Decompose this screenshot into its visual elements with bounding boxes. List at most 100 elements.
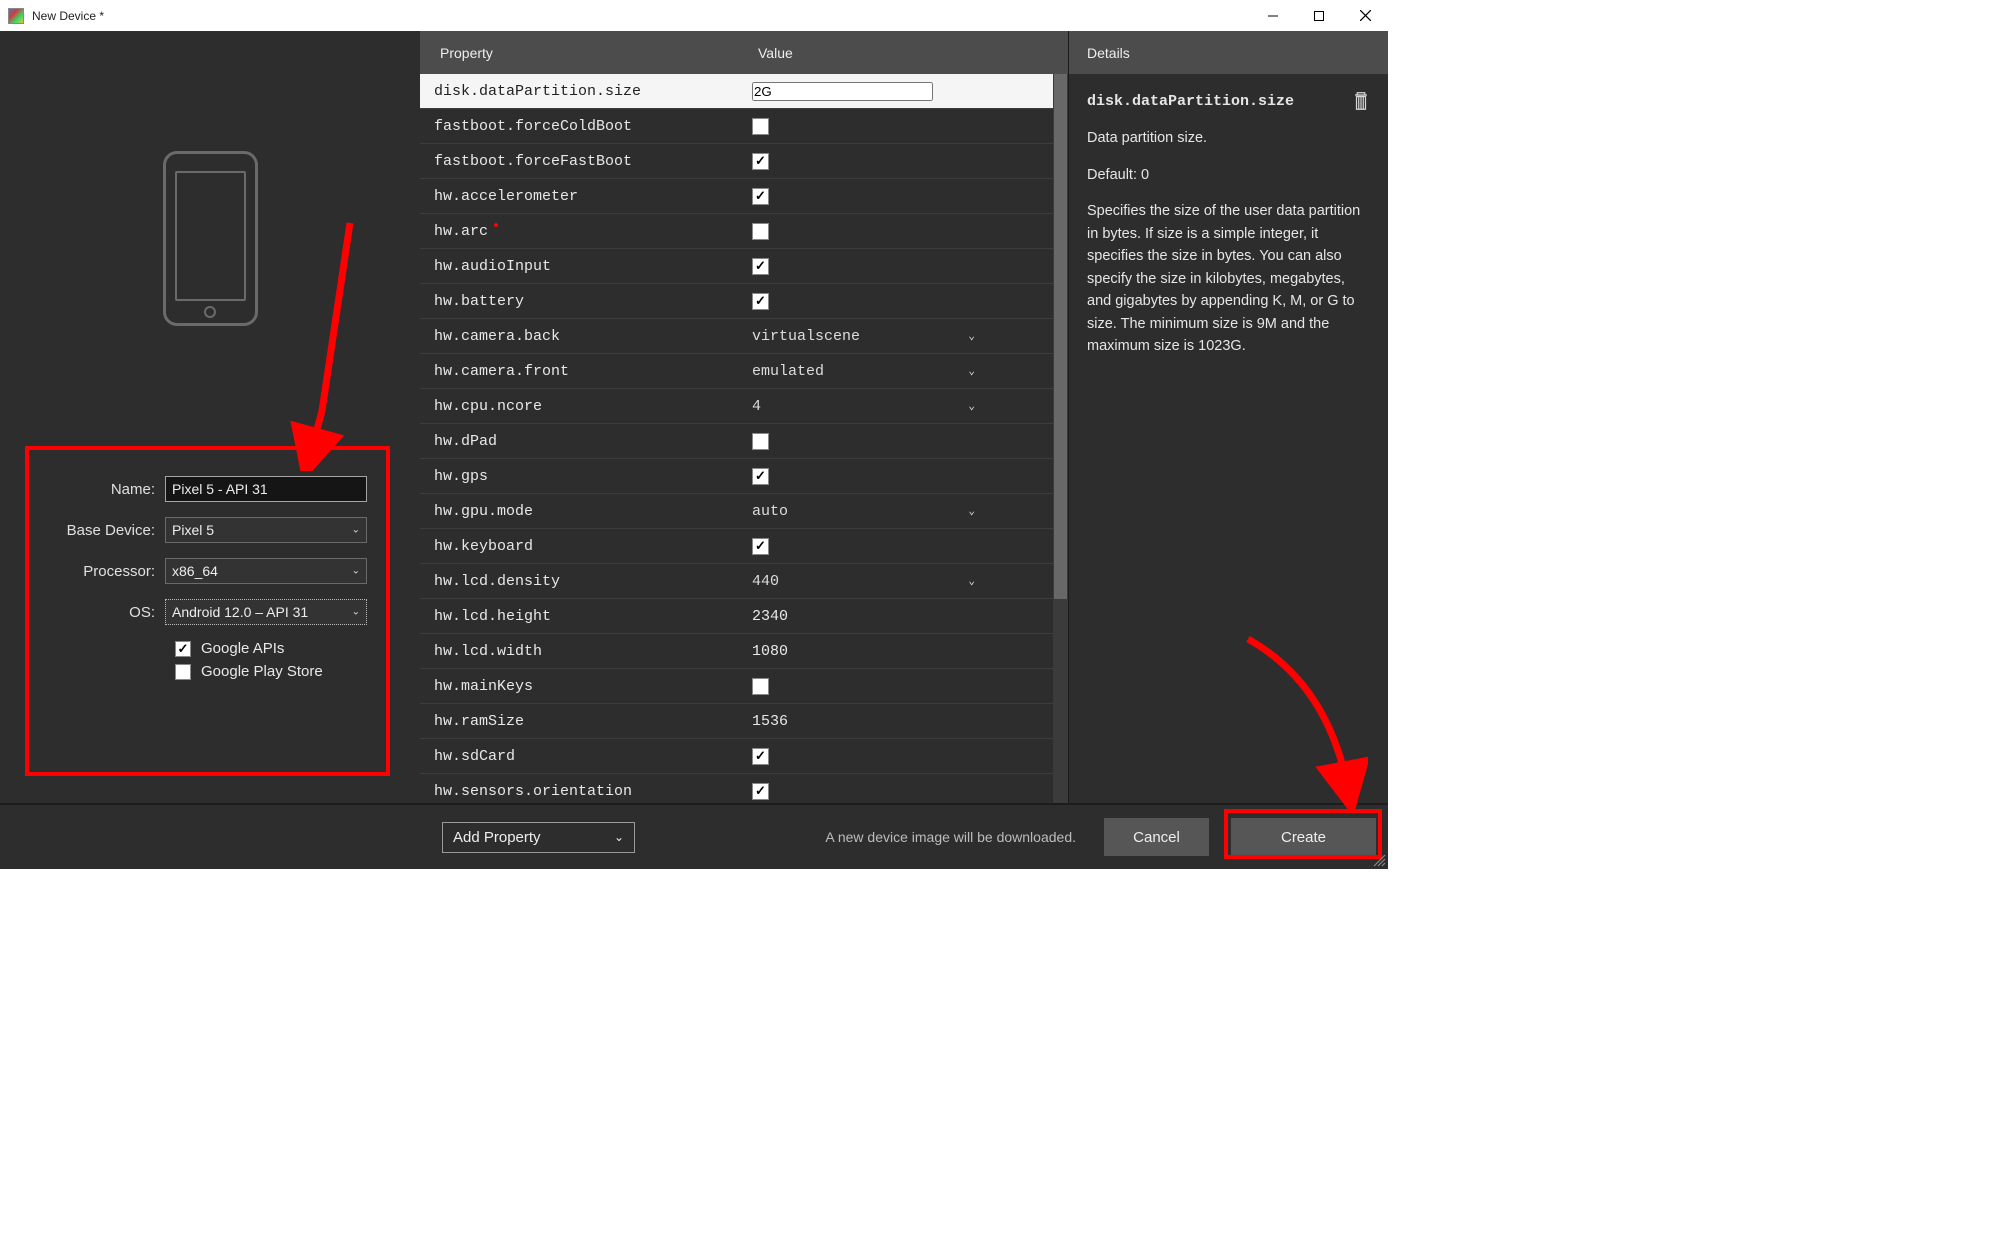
property-value-cell[interactable]: ✓ <box>738 188 1068 205</box>
property-value-cell[interactable] <box>738 118 1068 135</box>
value-checkbox[interactable] <box>752 678 769 695</box>
create-button[interactable]: Create <box>1231 818 1376 856</box>
property-name-cell: hw.camera.front <box>420 363 738 380</box>
property-row[interactable]: hw.keyboard✓ <box>420 529 1068 564</box>
scrollbar[interactable] <box>1053 74 1068 803</box>
property-value-cell[interactable] <box>738 82 1068 101</box>
property-name-cell: hw.battery <box>420 293 738 310</box>
name-label: Name: <box>35 481 165 498</box>
property-value-cell[interactable]: ✓ <box>738 293 1068 310</box>
property-name-cell: hw.accelerometer <box>420 188 738 205</box>
property-row[interactable]: hw.cpu.ncore4⌄ <box>420 389 1068 424</box>
cancel-button[interactable]: Cancel <box>1104 818 1209 856</box>
property-row[interactable]: disk.dataPartition.size <box>420 74 1068 109</box>
property-value-cell[interactable]: ✓ <box>738 538 1068 555</box>
value-checkbox[interactable]: ✓ <box>752 258 769 275</box>
property-row[interactable]: fastboot.forceFastBoot✓ <box>420 144 1068 179</box>
details-property-name: disk.dataPartition.size <box>1087 90 1342 113</box>
value-checkbox[interactable]: ✓ <box>752 293 769 310</box>
value-checkbox[interactable]: ✓ <box>752 468 769 485</box>
property-row[interactable]: hw.gps✓ <box>420 459 1068 494</box>
property-value-cell[interactable]: ✓ <box>738 783 1068 800</box>
property-row[interactable]: hw.audioInput✓ <box>420 249 1068 284</box>
value-select[interactable]: 440⌄ <box>752 568 985 594</box>
processor-label: Processor: <box>35 563 165 580</box>
property-row[interactable]: hw.lcd.density 440⌄ <box>420 564 1068 599</box>
details-p3: Specifies the size of the user data part… <box>1087 200 1370 357</box>
minimize-button[interactable] <box>1250 0 1296 31</box>
delete-property-button[interactable] <box>1352 90 1370 112</box>
property-row[interactable]: hw.dPad <box>420 424 1068 459</box>
details-panel: Details disk.dataPartition.size Data par… <box>1068 31 1388 803</box>
property-value-cell[interactable]: auto⌄ <box>738 498 1068 524</box>
column-header-value[interactable]: Value <box>738 45 1068 61</box>
value-checkbox[interactable]: ✓ <box>752 538 769 555</box>
value-select[interactable]: emulated⌄ <box>752 358 985 384</box>
maximize-button[interactable] <box>1296 0 1342 31</box>
property-value-cell[interactable] <box>738 678 1068 695</box>
value-select[interactable]: 4⌄ <box>752 393 985 419</box>
property-value-cell[interactable]: ✓ <box>738 258 1068 275</box>
value-checkbox[interactable] <box>752 223 769 240</box>
value-input[interactable] <box>752 82 933 101</box>
property-row[interactable]: hw.gpu.mode auto⌄ <box>420 494 1068 529</box>
property-row[interactable]: hw.lcd.height2340 <box>420 599 1068 634</box>
footer-status-message: A new device image will be downloaded. <box>825 829 1076 845</box>
property-value-cell[interactable]: emulated⌄ <box>738 358 1068 384</box>
property-value-cell[interactable]: 440⌄ <box>738 568 1068 594</box>
property-value-cell[interactable]: 1536 <box>738 713 1068 730</box>
property-name-cell: hw.ramSize <box>420 713 738 730</box>
value-checkbox[interactable] <box>752 118 769 135</box>
footer: Add Property⌄ A new device image will be… <box>0 803 1388 869</box>
left-panel: Name: Base Device: Pixel 5⌄ Processor: x… <box>0 31 420 803</box>
processor-select[interactable]: x86_64⌄ <box>165 558 367 584</box>
value-checkbox[interactable]: ✓ <box>752 153 769 170</box>
property-value-cell[interactable]: 2340 <box>738 608 1068 625</box>
phone-illustration <box>163 151 258 326</box>
value-checkbox[interactable]: ✓ <box>752 783 769 800</box>
os-label: OS: <box>35 604 165 621</box>
property-value-cell[interactable]: ✓ <box>738 153 1068 170</box>
property-row[interactable]: hw.sdCard ✓ <box>420 739 1068 774</box>
close-button[interactable] <box>1342 0 1388 31</box>
value-checkbox[interactable] <box>752 433 769 450</box>
google-apis-checkbox[interactable]: ✓ <box>175 641 191 657</box>
os-select[interactable]: Android 12.0 – API 31⌄ <box>165 599 367 625</box>
property-row[interactable]: hw.mainKeys <box>420 669 1068 704</box>
property-value-cell[interactable] <box>738 433 1068 450</box>
property-row[interactable]: hw.accelerometer ✓ <box>420 179 1068 214</box>
title-bar: New Device * <box>0 0 1388 31</box>
property-row[interactable]: hw.arc <box>420 214 1068 249</box>
add-property-select[interactable]: Add Property⌄ <box>442 822 635 853</box>
property-value-cell[interactable]: ✓ <box>738 748 1068 765</box>
property-name-cell: disk.dataPartition.size <box>420 83 738 100</box>
value-select[interactable]: virtualscene⌄ <box>752 323 985 349</box>
property-name-cell: hw.lcd.density <box>420 573 738 590</box>
resize-grip[interactable] <box>1372 853 1386 867</box>
property-name-cell: hw.sensors.orientation <box>420 783 738 800</box>
base-device-select[interactable]: Pixel 5⌄ <box>165 517 367 543</box>
property-name-cell: hw.mainKeys <box>420 678 738 695</box>
property-row[interactable]: hw.sensors.orientation ✓ <box>420 774 1068 803</box>
property-value-cell[interactable]: virtualscene⌄ <box>738 323 1068 349</box>
play-store-checkbox[interactable] <box>175 664 191 680</box>
value-checkbox[interactable]: ✓ <box>752 748 769 765</box>
property-value-cell[interactable] <box>738 223 1068 240</box>
details-header: Details <box>1069 31 1388 74</box>
property-name-cell: hw.gpu.mode <box>420 503 738 520</box>
property-row[interactable]: fastboot.forceColdBoot <box>420 109 1068 144</box>
property-row[interactable]: hw.ramSize1536 <box>420 704 1068 739</box>
base-device-label: Base Device: <box>35 522 165 539</box>
property-value-cell[interactable]: 1080 <box>738 643 1068 660</box>
value-checkbox[interactable]: ✓ <box>752 188 769 205</box>
property-row[interactable]: hw.lcd.width1080 <box>420 634 1068 669</box>
property-name-cell: hw.sdCard <box>420 748 738 765</box>
name-input[interactable] <box>165 476 367 502</box>
property-row[interactable]: hw.camera.backvirtualscene⌄ <box>420 319 1068 354</box>
property-value-cell[interactable]: ✓ <box>738 468 1068 485</box>
property-row[interactable]: hw.camera.front emulated⌄ <box>420 354 1068 389</box>
property-row[interactable]: hw.battery ✓ <box>420 284 1068 319</box>
property-value-cell[interactable]: 4⌄ <box>738 393 1068 419</box>
column-header-property[interactable]: Property <box>420 45 738 61</box>
value-select[interactable]: auto⌄ <box>752 498 985 524</box>
